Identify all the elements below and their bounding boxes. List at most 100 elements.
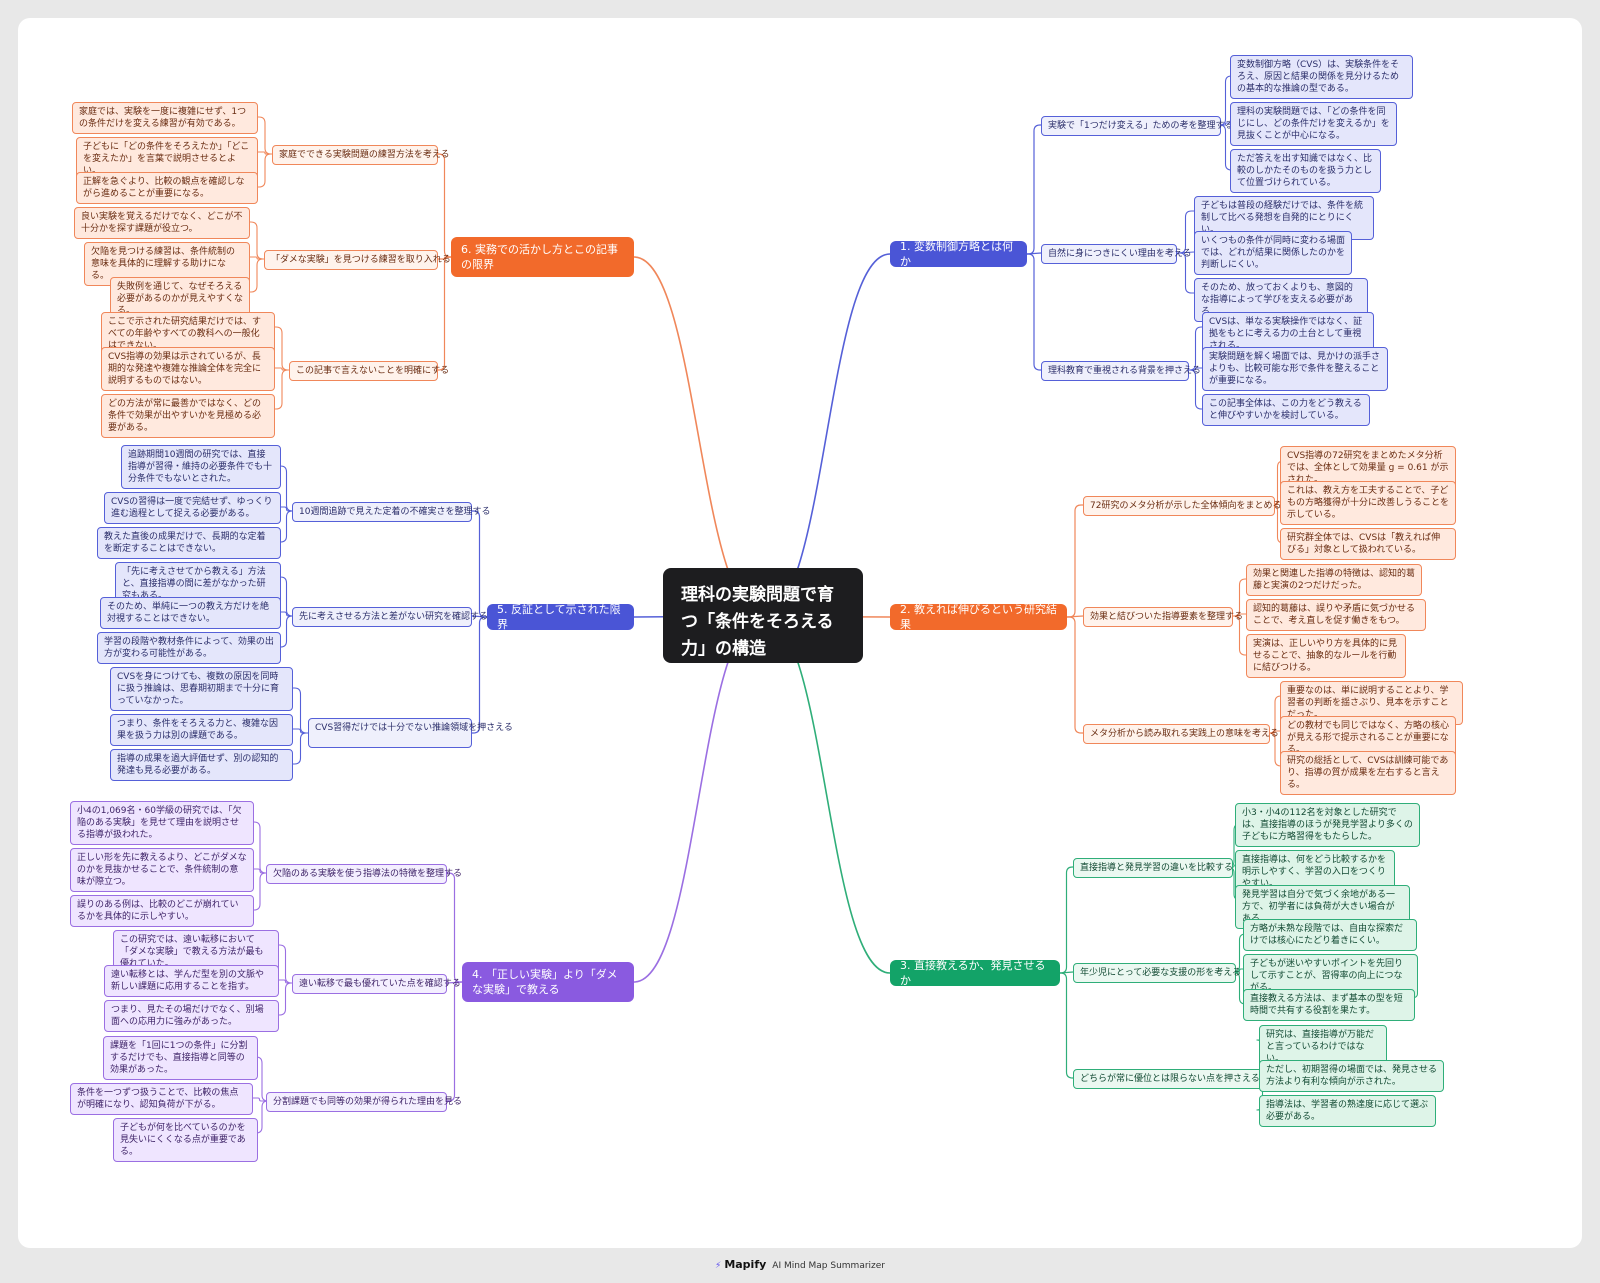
footer-brand: Mapify (724, 1258, 767, 1271)
connector-b5-sub-0-leaf-2 (280, 510, 293, 543)
branch-b6[interactable]: 6. 実務での活かし方とこの記事の限界 (451, 237, 634, 277)
leaf-b3-3-2[interactable]: ただし、初期習得の場面では、発見させる方法より有利な傾向が示された。 (1259, 1060, 1444, 1092)
connector-b1-sub-2 (1027, 253, 1041, 371)
subtopic-b4-1[interactable]: 欠陥のある実験を使う指導法の特徴を整理する (266, 864, 462, 884)
subtopic-b5-3[interactable]: CVS習得だけでは十分でない推論領域を押さえる (308, 718, 513, 748)
connector-root-b6 (633, 256, 764, 617)
connector-b3-sub-2 (1060, 972, 1073, 1079)
connector-b4-sub-0-leaf-0 (253, 821, 267, 874)
subtopic-b3-2[interactable]: 年少児にとって必要な支援の形を考える (1073, 963, 1241, 983)
leaf-b3-1-1[interactable]: 小3・小4の112名を対象とした研究では、直接指導のほうが発見学習より多くの子ど… (1235, 803, 1420, 847)
leaf-b2-3-3[interactable]: 研究の総括として、CVSは訓練可能であり、指導の質が成果を左右すると言える。 (1280, 751, 1456, 795)
connector-b6-sub-1-leaf-0 (250, 221, 264, 260)
subtopic-b4-3[interactable]: 分割課題でも同等の効果が得られた理由を見る (266, 1092, 462, 1112)
leaf-b6-1-1[interactable]: 家庭では、実験を一度に複雑にせず、1つの条件だけを変える練習が有効である。 (72, 102, 258, 134)
leaf-b5-3-2[interactable]: つまり、条件をそろえる力と、複雑な因果を扱う力は別の課題である。 (110, 714, 293, 746)
branch-b5[interactable]: 5. 反証として示された限界 (487, 603, 634, 631)
subtopic-b1-3[interactable]: 理科教育で重視される背景を押さえる (1041, 361, 1201, 381)
leaf-b4-3-3[interactable]: 子どもが何を比べているのかを見失いにくくなる点が重要である。 (113, 1118, 258, 1162)
connector-b6-sub-2-leaf-0 (275, 326, 289, 371)
connector-root-b4 (633, 614, 764, 983)
connector-b4-sub-1-leaf-2 (279, 982, 292, 1016)
leaf-b4-1-2[interactable]: 正しい形を先に教えるより、どこがダメなのかを見抜かせることで、条件統制の意味が際… (70, 848, 254, 892)
branch-b1[interactable]: 1. 変数制御方略とは何か (890, 240, 1027, 268)
leaf-b6-2-1[interactable]: 良い実験を覚えるだけでなく、どこが不十分かを探す課題が役立つ。 (74, 207, 250, 239)
subtopic-b6-3[interactable]: この記事で言えないことを明確にする (289, 361, 449, 381)
connector-b6-sub-0-leaf-2 (258, 153, 272, 188)
leaf-b4-1-3[interactable]: 誤りのある例は、比較のどこが崩れているかを具体的に示しやすい。 (70, 895, 254, 927)
connector-b4-sub-2 (447, 981, 462, 1102)
subtopic-b2-3[interactable]: メタ分析から読み取れる実践上の意味を考える (1083, 724, 1279, 744)
leaf-b2-2-3[interactable]: 実演は、正しいやり方を具体的に見せることで、抽象的なルールを行動に結びつける。 (1246, 634, 1406, 678)
leaf-b5-3-1[interactable]: CVSを身につけても、複数の原因を同時に扱う推論は、思春期初期まで十分に育ってい… (110, 667, 293, 711)
leaf-b2-1-2[interactable]: これは、教え方を工夫することで、子どもの方略獲得が十分に改善しうることを示してい… (1280, 481, 1456, 525)
leaf-b4-1-1[interactable]: 小4の1,069名・60学級の研究では、「欠陥のある実験」を見せて理由を説明させ… (70, 801, 254, 845)
leaf-b3-2-1[interactable]: 方略が未熟な段階では、自由な探索だけでは核心にたどり着きにくい。 (1243, 919, 1417, 951)
connector-b5-sub-1-leaf-0 (280, 576, 293, 617)
mapify-logo-icon: ⚡ (714, 1261, 722, 1271)
leaf-b5-1-1[interactable]: 追跡期間10週間の研究では、直接指導が習得・維持の必要条件でも十分条件でもないと… (121, 445, 281, 489)
leaf-b1-1-1[interactable]: 変数制御方略（CVS）は、実験条件をそろえ、原因と結果の関係を見分けるための基本… (1230, 55, 1413, 99)
connector-b2-sub-0 (1067, 504, 1083, 618)
leaf-b1-3-3[interactable]: この記事全体は、この力をどう教えると伸びやすいかを検討している。 (1202, 394, 1370, 426)
leaf-b3-2-3[interactable]: 直接教える方法は、まず基本の型を短時間で共有する役割を果たす。 (1243, 989, 1415, 1021)
branch-b4[interactable]: 4. 「正しい実験」より「ダメな実験」で教える (462, 962, 634, 1002)
branch-b3[interactable]: 3. 直接教えるか、発見させるか (890, 959, 1060, 987)
leaf-b5-1-3[interactable]: 教えた直後の成果だけで、長期的な定着を断定することはできない。 (97, 527, 281, 559)
leaf-b5-3-3[interactable]: 指導の成果を過大評価せず、別の認知的発達も見る必要がある。 (110, 749, 293, 781)
connector-b6-sub-0 (438, 153, 451, 258)
connector-b1-sub-1-leaf-0 (1177, 210, 1194, 254)
subtopic-b1-1[interactable]: 実験で「1つだけ変える」ための考を整理する (1041, 116, 1233, 136)
leaf-b5-1-2[interactable]: CVSの習得は一度で完結せず、ゆっくり進む過程として捉える必要がある。 (104, 492, 281, 524)
connector-b5-sub-0-leaf-0 (280, 465, 293, 512)
subtopic-b1-2[interactable]: 自然に身につきにくい理由を考える (1041, 244, 1192, 264)
leaf-b6-3-2[interactable]: CVS指導の効果は示されているが、長期的な発達や複雑な推論全体を完全に説明するも… (101, 347, 275, 391)
leaf-b4-2-3[interactable]: つまり、見たその場だけでなく、別場面への応用力に強みがあった。 (104, 1000, 279, 1032)
leaf-b2-1-3[interactable]: 研究群全体では、CVSは「教えれば伸びる」対象として扱われている。 (1280, 528, 1456, 560)
connector-b6-sub-2 (438, 256, 451, 371)
connector-b2-sub-2 (1067, 616, 1083, 734)
footer-tagline: AI Mind Map Summarizer (772, 1261, 885, 1271)
subtopic-b2-1[interactable]: 72研究のメタ分析が示した全体傾向をまとめる (1083, 496, 1281, 516)
leaf-b2-2-1[interactable]: 効果と関連した指導の特徴は、認知的葛藤と実演の2つだけだった。 (1246, 564, 1422, 596)
subtopic-b3-1[interactable]: 直接指導と発見学習の違いを比較する (1073, 858, 1233, 878)
connector-b6-sub-2-leaf-2 (275, 369, 289, 410)
connector-b4-sub-0 (447, 872, 462, 983)
subtopic-b3-3[interactable]: どちらが常に優位とは限らない点を押さえる (1073, 1069, 1266, 1089)
connector-root-b1 (762, 253, 891, 617)
leaf-b3-3-3[interactable]: 指導法は、学習者の熟達度に応じて選ぶ必要がある。 (1259, 1095, 1436, 1127)
subtopic-b4-2[interactable]: 遠い転移で最も優れていた点を確認する (292, 974, 461, 994)
leaf-b4-3-2[interactable]: 条件を一つずつ扱うことで、比較の焦点が明確になり、認知負荷が下がる。 (70, 1083, 253, 1115)
mind-map-canvas: 理科の実験問題で育つ「条件をそろえる力」の構造 1. 変数制御方略とは何か 実験で「… (18, 18, 1582, 1248)
connector-b5-sub-2 (472, 616, 487, 734)
leaf-b1-2-2[interactable]: いくつもの条件が同時に変わる場面では、どれが結果に関係したのかを判断しにくい。 (1194, 231, 1352, 275)
footer: ⚡ Mapify AI Mind Map Summarizer (0, 1257, 1600, 1274)
subtopic-b5-2[interactable]: 先に考えさせる方法と差がない研究を確認する (292, 607, 488, 627)
leaf-b2-2-2[interactable]: 認知的葛藤は、誤りや矛盾に気づかせることで、考え直しを促す働きをもつ。 (1246, 599, 1426, 631)
subtopic-b2-2[interactable]: 効果と結びついた指導要素を整理する (1083, 607, 1243, 627)
leaf-b6-3-3[interactable]: どの方法が常に最善かではなく、どの条件で効果が出やすいかを見極める必要がある。 (101, 394, 275, 438)
subtopic-b5-1[interactable]: 10週間追跡で見えた定着の不確実さを整理する (292, 502, 490, 522)
connector-b5-sub-2-leaf-2 (293, 732, 308, 765)
leaf-b5-2-2[interactable]: そのため、単純に一つの教え方だけを絶対視することはできない。 (100, 597, 281, 629)
leaf-b6-1-3[interactable]: 正解を急ぐより、比較の観点を確認しながら進めることが重要になる。 (76, 172, 258, 204)
connector-b6-sub-0-leaf-0 (258, 116, 272, 155)
leaf-b1-1-2[interactable]: 理科の実験問題では、「どの条件を同じにし、どの条件だけを変えるか」を見抜くことが… (1230, 102, 1397, 146)
connector-b3-sub-0 (1060, 866, 1073, 974)
connector-b4-sub-1-leaf-0 (279, 944, 292, 984)
connector-b1-sub-0 (1027, 124, 1041, 255)
connector-b6-sub-1-leaf-2 (250, 258, 264, 293)
connector-b5-sub-0 (472, 510, 487, 618)
connector-b1-sub-2-leaf-0 (1189, 326, 1202, 371)
root-topic[interactable]: 理科の実験問題で育つ「条件をそろえる力」の構造 (663, 568, 863, 663)
leaf-b5-2-3[interactable]: 学習の段階や教材条件によって、効果の出方が変わる可能性がある。 (97, 632, 281, 664)
branch-b2[interactable]: 2. 教えれば伸びるという研究結果 (890, 603, 1067, 631)
connector-b5-sub-2-leaf-1 (293, 728, 308, 734)
subtopic-b6-1[interactable]: 家庭でできる実験問題の練習方法を考える (272, 145, 450, 165)
leaf-b1-1-3[interactable]: ただ答えを出す知識ではなく、比較のしかたそのものを扱う力として位置づけられている… (1230, 149, 1381, 193)
leaf-b4-3-1[interactable]: 課題を「1回に1つの条件」に分割するだけでも、直接指導と同等の効果があった。 (103, 1036, 258, 1080)
connector-b4-sub-0-leaf-2 (253, 872, 267, 911)
leaf-b1-3-2[interactable]: 実験問題を解く場面では、見かけの派手さよりも、比較可能な形で条件を整えることが重… (1202, 347, 1388, 391)
subtopic-b6-2[interactable]: 「ダメな実験」を見つける練習を取り入れる (264, 250, 451, 270)
leaf-b4-2-2[interactable]: 遠い転移とは、学んだ型を別の文脈や新しい課題に応用することを指す。 (104, 965, 279, 997)
